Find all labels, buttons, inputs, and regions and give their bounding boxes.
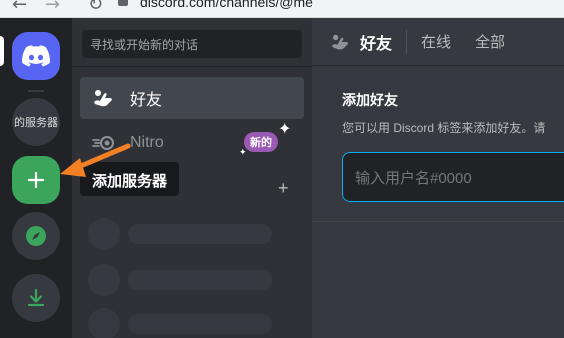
address-bar[interactable]: discord.com/channels/@me: [140, 0, 313, 10]
selected-indicator: [0, 36, 4, 66]
nitro-icon: [92, 131, 116, 155]
sparkle-icon: ✦: [278, 121, 292, 138]
placeholder-line: [128, 314, 272, 334]
placeholder-avatar: [88, 264, 120, 296]
username-input[interactable]: 输入用户名#0000: [342, 152, 564, 202]
add-friend-section: 添加好友 您可以用 Discord 标签来添加好友。请 输入用户名#0000: [312, 66, 564, 222]
friends-wave-icon: [332, 34, 349, 49]
server-icon-button[interactable]: 的服务器: [12, 98, 60, 146]
dm-placeholder-row: [88, 308, 272, 338]
placeholder-line: [128, 270, 272, 290]
home-button[interactable]: [12, 32, 60, 80]
discord-window: ← → ↻ discord.com/channels/@me 的服务器 寻找或开…: [0, 0, 564, 338]
forward-arrow-icon[interactable]: →: [45, 0, 60, 15]
server-rail: 的服务器: [0, 18, 72, 338]
friends-nav-item[interactable]: 好友: [80, 77, 304, 119]
add-server-button[interactable]: [12, 156, 60, 204]
plus-icon: [27, 171, 45, 189]
discord-logo-icon: [22, 45, 50, 67]
nitro-label: Nitro: [130, 134, 164, 151]
friends-main: 好友 在线 全部 添加好友 您可以用 Discord 标签来添加好友。请 输入用…: [312, 18, 564, 338]
lock-icon[interactable]: [118, 0, 128, 6]
placeholder-avatar: [88, 308, 120, 338]
header-divider: [72, 66, 312, 67]
browser-toolbar: ← → ↻ discord.com/channels/@me: [0, 0, 564, 18]
tab-online[interactable]: 在线: [421, 31, 451, 52]
friends-label: 好友: [130, 92, 163, 109]
server-name: 的服务器: [14, 117, 58, 129]
compass-icon: [26, 226, 46, 246]
back-arrow-icon[interactable]: ←: [12, 0, 27, 15]
add-server-tooltip: 添加服务器: [80, 162, 180, 196]
download-apps-button[interactable]: [12, 274, 60, 322]
rail-separator: [28, 90, 44, 92]
placeholder-line: [128, 224, 272, 244]
header-separator: [406, 29, 408, 54]
download-icon: [27, 288, 45, 307]
new-badge: 新的: [244, 132, 278, 152]
friends-wave-icon: [92, 86, 116, 110]
page-title: 好友: [360, 35, 393, 53]
reload-icon[interactable]: ↻: [88, 0, 103, 15]
explore-servers-button[interactable]: [12, 212, 60, 260]
dm-placeholder-row: [88, 218, 272, 250]
add-friend-title: 添加好友: [342, 92, 398, 108]
placeholder-avatar: [88, 218, 120, 250]
friends-header: 好友 在线 全部: [312, 18, 564, 66]
tab-all[interactable]: 全部: [475, 31, 505, 52]
add-friend-description: 您可以用 Discord 标签来添加好友。请: [342, 121, 546, 135]
small-sparkle-icon: ✦: [239, 147, 247, 157]
dm-placeholder-row: [88, 264, 272, 296]
create-dm-plus-icon[interactable]: +: [278, 178, 289, 199]
conversation-search-button[interactable]: 寻找或开始新的对话: [82, 30, 302, 58]
